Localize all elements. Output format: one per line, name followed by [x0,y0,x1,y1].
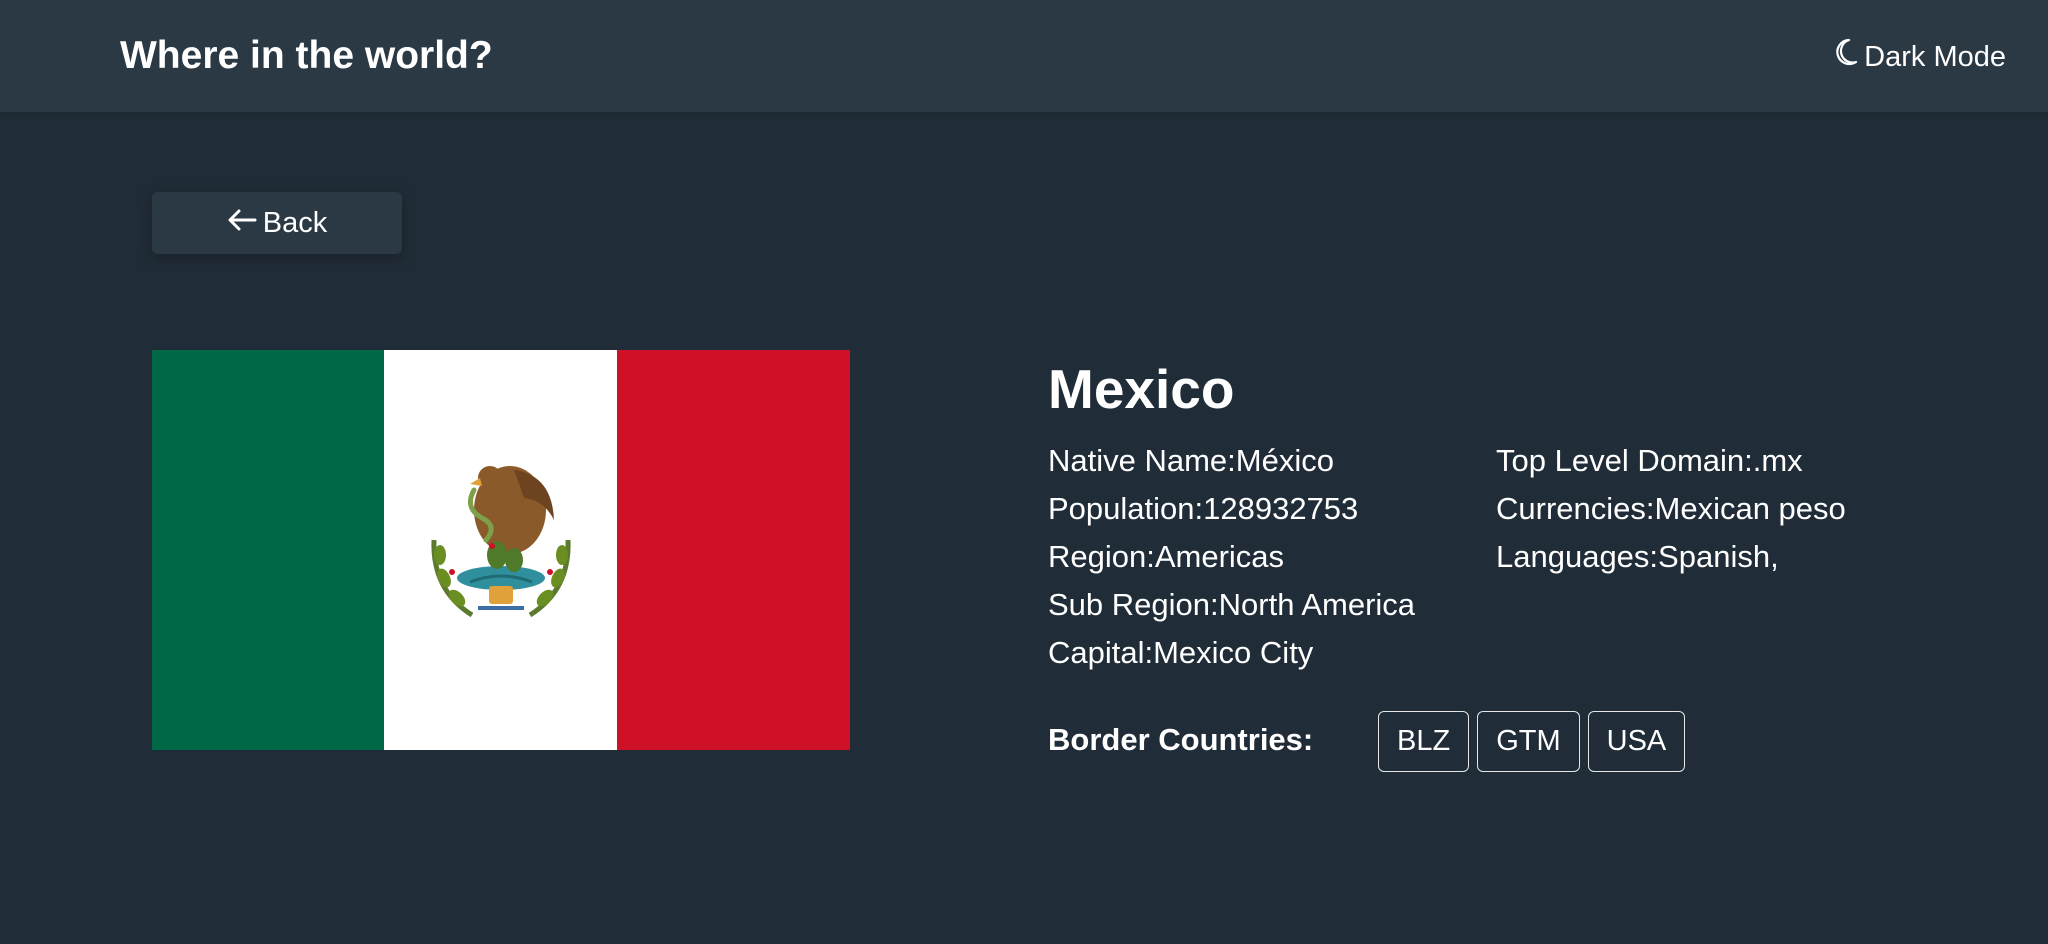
detail-value: Mexican peso [1654,491,1846,526]
country-details: Mexico [1048,355,1234,423]
detail-value: North America [1218,587,1416,622]
detail-currencies: Currencies:Mexican peso [1496,485,1846,533]
details-column-primary: Native Name:México Population:128932753 … [1048,437,1415,677]
border-country-button[interactable]: USA [1587,711,1686,772]
app-title: Where in the world? [120,34,493,77]
detail-label: Top Level Domain: [1496,443,1753,478]
country-flag [152,350,850,750]
detail-languages: Languages:Spanish, [1496,533,1846,581]
dark-mode-toggle[interactable]: Dark Mode [1834,38,2006,75]
detail-label: Population: [1048,491,1204,526]
border-country-button[interactable]: BLZ [1378,711,1470,772]
detail-value: México [1235,443,1334,478]
country-name: Mexico [1048,358,1235,420]
detail-value: Mexico City [1153,635,1314,670]
border-countries-label: Border Countries: [1048,722,1314,757]
detail-top-level-domain: Top Level Domain:.mx [1496,437,1846,485]
detail-capital: Capital:Mexico City [1048,629,1415,677]
back-button[interactable]: Back [152,192,402,254]
detail-sub-region: Sub Region:North America [1048,581,1415,629]
detail-value: Americas [1154,539,1285,574]
details-column-secondary: Top Level Domain:.mx Currencies:Mexican … [1496,437,1846,581]
detail-value: 128932753 [1203,491,1359,526]
detail-region: Region:Americas [1048,533,1415,581]
app-header: Where in the world? Dark Mode [0,0,2048,112]
detail-label: Capital: [1048,635,1154,670]
dark-mode-label: Dark Mode [1864,40,2006,73]
detail-label: Region: [1048,539,1155,574]
detail-label: Currencies: [1496,491,1655,526]
moon-icon [1834,38,1858,75]
border-country-button[interactable]: GTM [1477,711,1580,772]
detail-value: .mx [1752,443,1803,478]
detail-label: Native Name: [1048,443,1236,478]
detail-native-name: Native Name:México [1048,437,1415,485]
detail-label: Sub Region: [1048,587,1219,622]
detail-population: Population:128932753 [1048,485,1415,533]
detail-label: Languages: [1496,539,1659,574]
detail-value: Spanish, [1658,539,1779,574]
border-countries-list: BLZ GTM USA [1378,711,1686,772]
back-button-label: Back [262,206,328,239]
arrow-left-icon [227,207,257,240]
